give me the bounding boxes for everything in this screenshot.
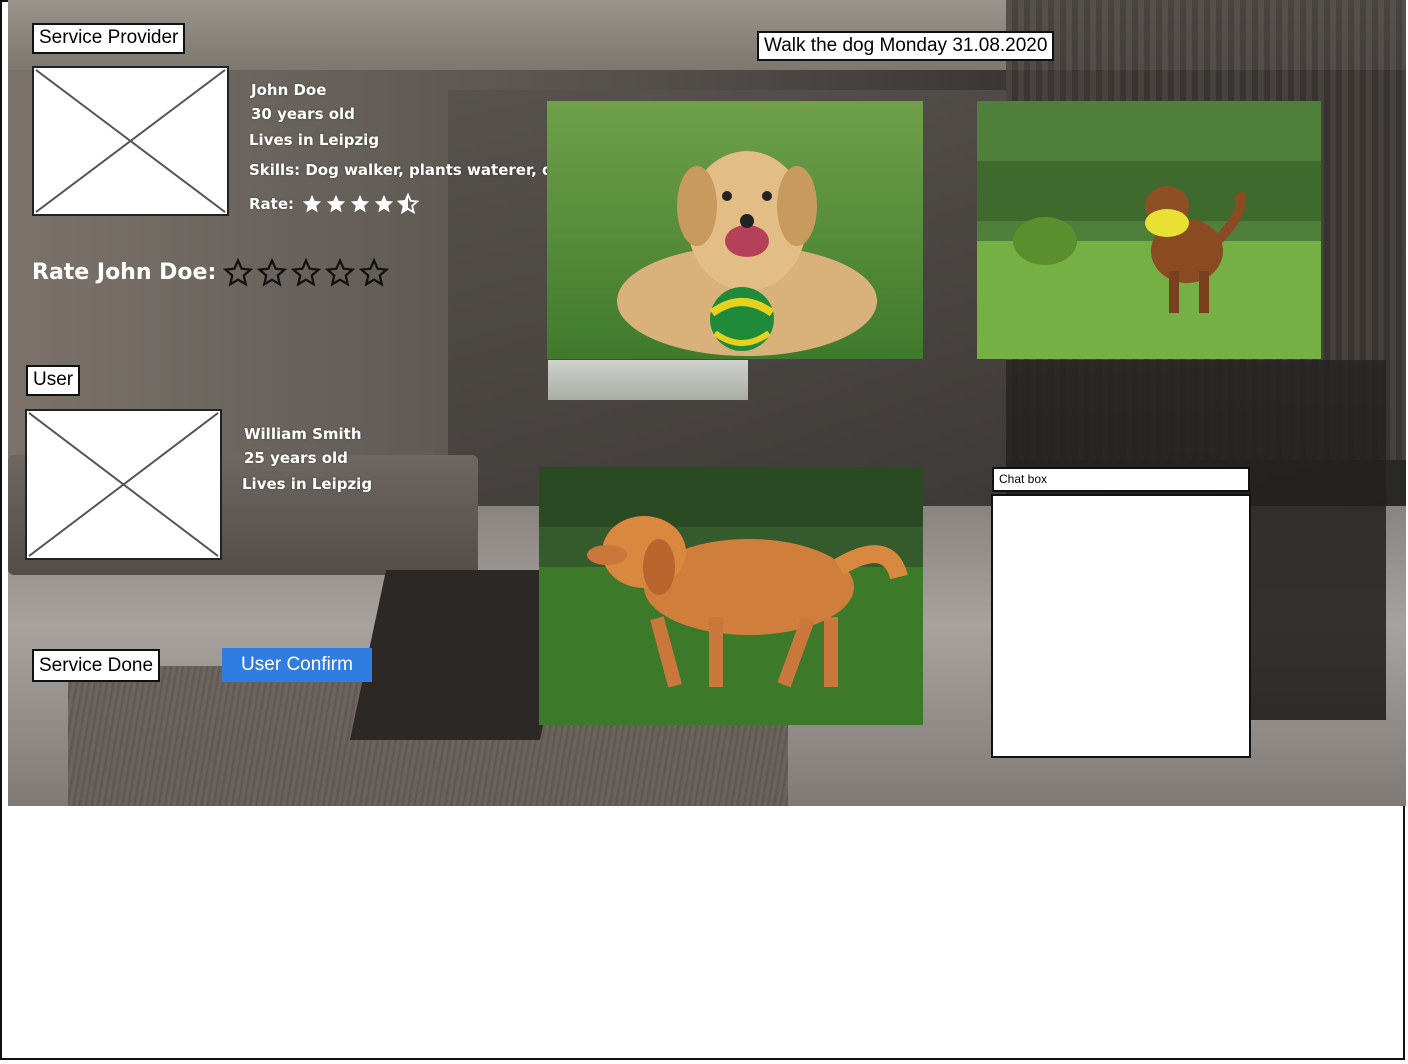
provider-age: 30 years old bbox=[251, 105, 355, 123]
provider-rate-label: Rate: bbox=[249, 195, 295, 213]
star-outline-icon[interactable] bbox=[291, 258, 321, 288]
dog-photo-ball bbox=[547, 101, 923, 359]
chat-box[interactable] bbox=[991, 494, 1251, 758]
user-location: Lives in Leipzig bbox=[242, 475, 373, 493]
chat-box-title: Chat box bbox=[992, 467, 1250, 492]
user-avatar-placeholder bbox=[25, 409, 222, 560]
star-outline-icon[interactable] bbox=[359, 258, 389, 288]
service-done-button[interactable]: Service Done bbox=[32, 649, 161, 682]
task-title: Walk the dog Monday 31.08.2020 bbox=[757, 31, 1055, 61]
user-name: William Smith bbox=[244, 425, 362, 443]
user-label: User bbox=[26, 365, 81, 396]
dog-photo-frisbee bbox=[977, 101, 1321, 359]
rate-prompt-label: Rate John Doe: bbox=[32, 260, 217, 285]
star-filled-icon bbox=[374, 194, 394, 213]
service-provider-label: Service Provider bbox=[32, 23, 186, 54]
provider-avatar-placeholder bbox=[32, 66, 229, 216]
star-outline-icon[interactable] bbox=[257, 258, 287, 288]
dog-photo-walking bbox=[539, 467, 923, 725]
star-filled-icon bbox=[350, 194, 370, 213]
user-age: 25 years old bbox=[244, 449, 348, 467]
dog-with-ball-image bbox=[547, 101, 923, 359]
provider-skills: Skills: Dog walker, plants waterer, driv… bbox=[249, 161, 593, 179]
star-outline-icon[interactable] bbox=[223, 258, 253, 288]
kitchen-window bbox=[548, 360, 748, 400]
provider-name: John Doe bbox=[251, 81, 327, 99]
rate-stars-input[interactable] bbox=[223, 258, 391, 288]
star-filled-icon bbox=[326, 194, 346, 213]
provider-rating-stars bbox=[301, 193, 419, 215]
dog-with-frisbee-image bbox=[977, 101, 1321, 359]
star-filled-icon bbox=[302, 194, 322, 213]
provider-location: Lives in Leipzig bbox=[249, 131, 380, 149]
image-placeholder-icon bbox=[35, 69, 226, 213]
user-confirm-button[interactable]: User Confirm bbox=[222, 648, 372, 682]
star-outline-icon[interactable] bbox=[325, 258, 355, 288]
dog-walking-image bbox=[539, 467, 923, 725]
image-placeholder-icon bbox=[28, 412, 219, 557]
star-half-icon bbox=[397, 193, 419, 215]
